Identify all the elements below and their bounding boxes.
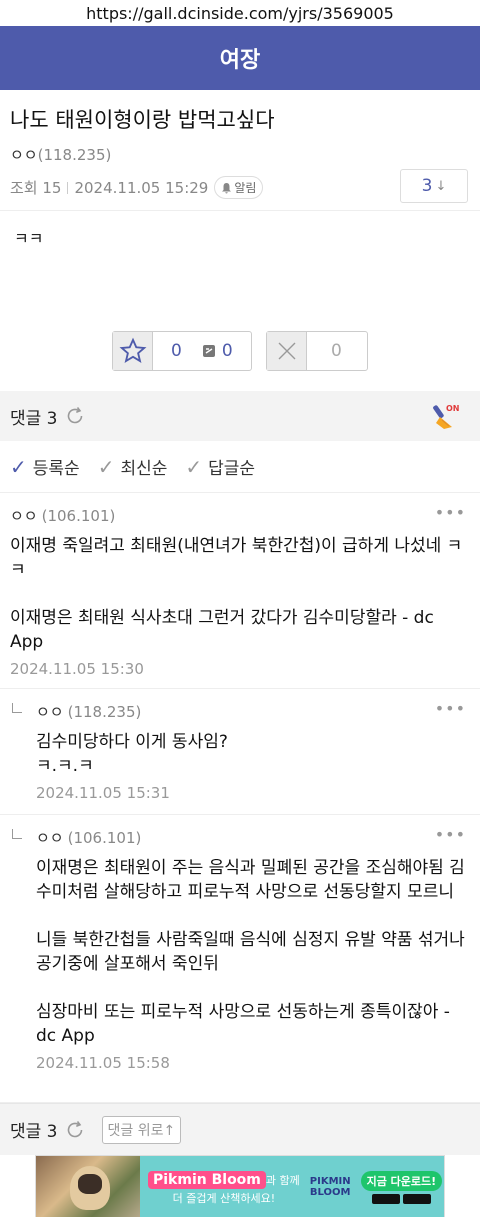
comment-author: ㅇㅇ (106.101): [10, 505, 470, 526]
url-bar[interactable]: https://gall.dcinside.com/yjrs/3569005: [0, 0, 480, 26]
comments-header: 댓글 3 ON: [0, 391, 480, 441]
ad-text: Pikmin Bloom 과 함께 더 즐겁게 산책하세요!: [148, 1169, 300, 1206]
view-count: 조회 15: [10, 179, 62, 197]
post-body: ㅋㅋ: [14, 229, 44, 248]
comment-nick[interactable]: ㅇㅇ: [36, 701, 64, 722]
comments-top-button[interactable]: 댓글 위로↑: [101, 1115, 182, 1144]
downvote-count: 0: [331, 341, 342, 361]
sort-label: 등록순: [32, 459, 80, 479]
divider: [67, 181, 69, 194]
comment-text: 김수미당하다 이게 동사임? ㅋ.ㅋ.ㅋ: [36, 732, 228, 776]
ad-brand: Pikmin Bloom: [148, 1170, 266, 1189]
comment-date: 2024.11.05 15:31: [36, 784, 170, 802]
sort-label: 최신순: [120, 459, 168, 479]
pug-face: [78, 1174, 102, 1194]
comments-footer: 댓글 3 댓글 위로↑: [0, 1103, 480, 1155]
comment-item: ㅇㅇ (106.101) ••• 이재명 죽일려고 최태원(내연녀가 북한간첩)…: [0, 493, 480, 689]
fixed-nick-icon: [202, 345, 215, 357]
comment-author: ㅇㅇ (118.235): [36, 701, 470, 722]
comment-ip: (106.101): [41, 506, 116, 525]
post-title: 나도 태원이형이랑 밥먹고싶다: [10, 108, 275, 132]
comment-ip: (106.101): [67, 828, 142, 847]
ad-content: Pikmin Bloom 과 함께 더 즐겁게 산책하세요! PIKMIN BLO…: [140, 1156, 444, 1217]
more-options-icon[interactable]: •••: [435, 699, 466, 718]
ad-banner[interactable]: Pikmin Bloom 과 함께 더 즐겁게 산책하세요! PIKMIN BLO…: [35, 1155, 445, 1217]
comment-text: 이재명은 최태원이 주는 음식과 밀폐된 공간을 조심해야됨 김수미처럼 살해당…: [36, 858, 465, 1046]
gallery-header[interactable]: 여장: [0, 26, 480, 90]
upvote-box: 0 0: [112, 331, 252, 371]
comments-count-label: 댓글 3: [10, 1122, 58, 1142]
more-options-icon[interactable]: •••: [435, 825, 466, 844]
upvote-count: 0: [171, 341, 182, 361]
comment-count: 3: [421, 176, 433, 196]
brush-icon: ON: [433, 404, 460, 429]
upvote-button[interactable]: [113, 332, 153, 370]
check-icon: ✓: [185, 454, 203, 479]
ad-download-button[interactable]: 지금 다운로드!: [360, 1170, 443, 1191]
refresh-icon: [67, 407, 82, 424]
more-options-icon[interactable]: •••: [435, 503, 466, 522]
post-author: ㅇㅇ(118.235): [0, 134, 480, 165]
comment-date: 2024.11.05 15:30: [10, 660, 144, 678]
post-meta: 조회 15 2024.11.05 15:29 알림 3 ↓: [0, 165, 480, 211]
brush-on-label: ON: [446, 404, 460, 413]
check-icon: ✓: [97, 454, 115, 479]
refresh-icon: [67, 1120, 82, 1137]
check-icon: ✓: [10, 454, 27, 479]
sort-latest[interactable]: ✓ 최신순: [97, 454, 168, 480]
ad-cta-area: 지금 다운로드!: [360, 1170, 443, 1204]
comment-nick[interactable]: ㅇㅇ: [10, 505, 38, 526]
bell-icon: [222, 182, 232, 193]
author-nick[interactable]: ㅇㅇ: [10, 146, 38, 164]
fixed-upvote: 0: [202, 341, 233, 361]
comment-nick[interactable]: ㅇㅇ: [36, 827, 64, 848]
sort-registered[interactable]: ✓ 등록순: [10, 454, 80, 480]
refresh-button[interactable]: [64, 1119, 86, 1141]
down-arrow-icon: ↓: [435, 178, 447, 194]
x-icon: [278, 342, 295, 360]
google-play-icon: [371, 1193, 400, 1204]
comment-ip: (118.235): [67, 702, 142, 721]
author-ip: (118.235): [37, 146, 112, 164]
sort-replies[interactable]: ✓ 답글순: [185, 454, 256, 480]
ad-brand-tail: 과 함께: [265, 1173, 300, 1187]
ad-logo: PIKMIN BLOOM: [310, 1176, 351, 1198]
jump-to-comments-button[interactable]: 3 ↓: [400, 169, 468, 203]
store-badges: [371, 1193, 431, 1204]
reply-item: ㅇㅇ (118.235) ••• 김수미당하다 이게 동사임? ㅋ.ㅋ.ㅋ 20…: [0, 689, 480, 815]
refresh-button[interactable]: [64, 405, 86, 427]
comments-count-label: 댓글 3: [10, 408, 58, 429]
app-store-icon: [402, 1193, 431, 1204]
star-icon: [119, 337, 146, 363]
gallery-title: 여장: [219, 48, 261, 73]
comment-date: 2024.11.05 15:58: [36, 1054, 170, 1072]
sort-label: 답글순: [208, 459, 256, 479]
reply-indent-icon: [12, 703, 22, 713]
clean-comments-toggle[interactable]: ON: [432, 401, 462, 436]
comment-author: ㅇㅇ (106.101): [36, 827, 470, 848]
comment-text: 이재명 죽일려고 최태원(내연녀가 북한간첩)이 급하게 나섰네 ㅋㅋ 이재명은…: [10, 536, 463, 652]
reply-item: ㅇㅇ (106.101) ••• 이재명은 최태원이 주는 음식과 밀폐된 공간…: [0, 815, 480, 1103]
post-date: 2024.11.05 15:29: [74, 178, 209, 197]
downvote-box: 0: [266, 331, 368, 371]
ad-banner-wrap: Pikmin Bloom 과 함께 더 즐겁게 산책하세요! PIKMIN BLO…: [0, 1155, 480, 1217]
vote-area: 0 0 0: [0, 331, 480, 391]
ad-logo-line: PIKMIN: [309, 1176, 351, 1187]
reply-indent-icon: [12, 829, 22, 839]
downvote-button[interactable]: [267, 332, 307, 370]
alarm-label: 알림: [234, 181, 257, 195]
sort-options: ✓ 등록순 ✓ 최신순 ✓ 답글순: [0, 441, 480, 493]
ad-logo-line: BLOOM: [309, 1187, 351, 1198]
alarm-button[interactable]: 알림: [214, 176, 264, 199]
ad-subtitle: 더 즐겁게 산책하세요!: [172, 1191, 276, 1205]
ad-photo: [36, 1156, 140, 1217]
url-text: https://gall.dcinside.com/yjrs/3569005: [86, 3, 394, 23]
fixed-upvote-count: 0: [221, 341, 233, 361]
